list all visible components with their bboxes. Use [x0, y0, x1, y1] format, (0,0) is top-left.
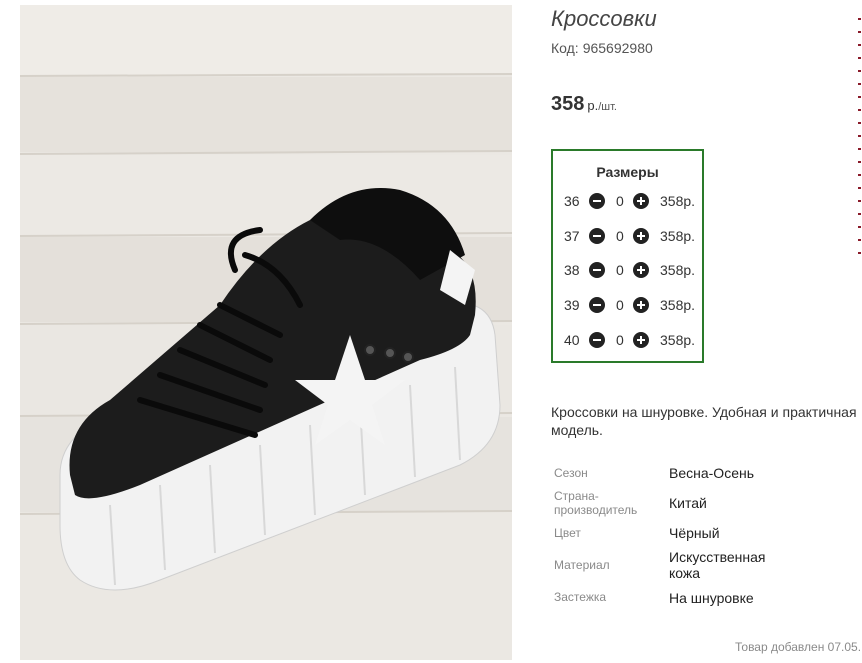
size-price: 358р. — [660, 297, 696, 313]
minus-circle-icon[interactable] — [589, 193, 605, 209]
plus-circle-icon[interactable] — [633, 228, 649, 244]
size-quantity: 0 — [616, 297, 624, 313]
plus-circle-icon[interactable] — [633, 262, 649, 278]
attr-name-season: Сезон — [554, 466, 588, 480]
attr-value-material: Искусственная кожа — [669, 549, 766, 581]
attr-value-color: Чёрный — [669, 525, 720, 541]
size-row-36: 36 0 358р. — [563, 191, 703, 211]
price-value: 358 — [551, 93, 585, 115]
size-quantity: 0 — [616, 332, 624, 348]
minus-circle-icon[interactable] — [589, 332, 605, 348]
sizes-selector: Размеры 36 0 358р. 37 0 358р. 38 0 358р.… — [551, 149, 704, 363]
product-price: 358 р./шт. — [551, 93, 617, 116]
product-photo[interactable] — [20, 5, 512, 660]
size-row-40: 40 0 358р. — [563, 330, 703, 350]
attr-value-country: Китай — [669, 495, 707, 511]
minus-circle-icon[interactable] — [589, 228, 605, 244]
product-title: Кроссовки — [551, 6, 657, 31]
clipped-side-content — [858, 18, 862, 276]
price-currency: р. — [587, 98, 599, 113]
size-row-38: 38 0 358р. — [563, 260, 703, 280]
size-quantity: 0 — [616, 262, 624, 278]
attr-name-color: Цвет — [554, 526, 581, 540]
minus-circle-icon[interactable] — [589, 262, 605, 278]
product-code-value: 965692980 — [582, 40, 653, 56]
size-row-39: 39 0 358р. — [563, 295, 703, 315]
size-label: 36 — [564, 193, 580, 209]
size-price: 358р. — [660, 262, 696, 278]
product-description: Кроссовки на шнуровке. Удобная и практич… — [551, 404, 857, 438]
product-code-label: Код: — [551, 40, 579, 56]
size-label: 39 — [564, 297, 580, 313]
plus-circle-icon[interactable] — [633, 297, 649, 313]
size-label: 37 — [564, 228, 580, 244]
size-row-37: 37 0 358р. — [563, 226, 703, 246]
size-label: 38 — [564, 262, 580, 278]
attr-name-country: Страна-производитель — [554, 489, 638, 517]
sizes-title: Размеры — [596, 164, 659, 180]
attr-name-fastener: Застежка — [554, 590, 607, 604]
added-date: Товар добавлен 07.05. — [735, 640, 862, 654]
minus-circle-icon[interactable] — [589, 297, 605, 313]
attr-value-season: Весна-Осень — [669, 465, 755, 481]
attr-value-fastener: На шнуровке — [669, 590, 754, 606]
plus-circle-icon[interactable] — [633, 332, 649, 348]
size-label: 40 — [564, 332, 580, 348]
size-quantity: 0 — [616, 193, 624, 209]
product-code: Код: 965692980 — [551, 40, 653, 56]
size-price: 358р. — [660, 193, 696, 209]
size-quantity: 0 — [616, 228, 624, 244]
size-price: 358р. — [660, 228, 696, 244]
attr-name-material: Материал — [554, 558, 610, 572]
price-unit: /шт. — [598, 101, 617, 113]
plus-circle-icon[interactable] — [633, 193, 649, 209]
size-price: 358р. — [660, 332, 696, 348]
